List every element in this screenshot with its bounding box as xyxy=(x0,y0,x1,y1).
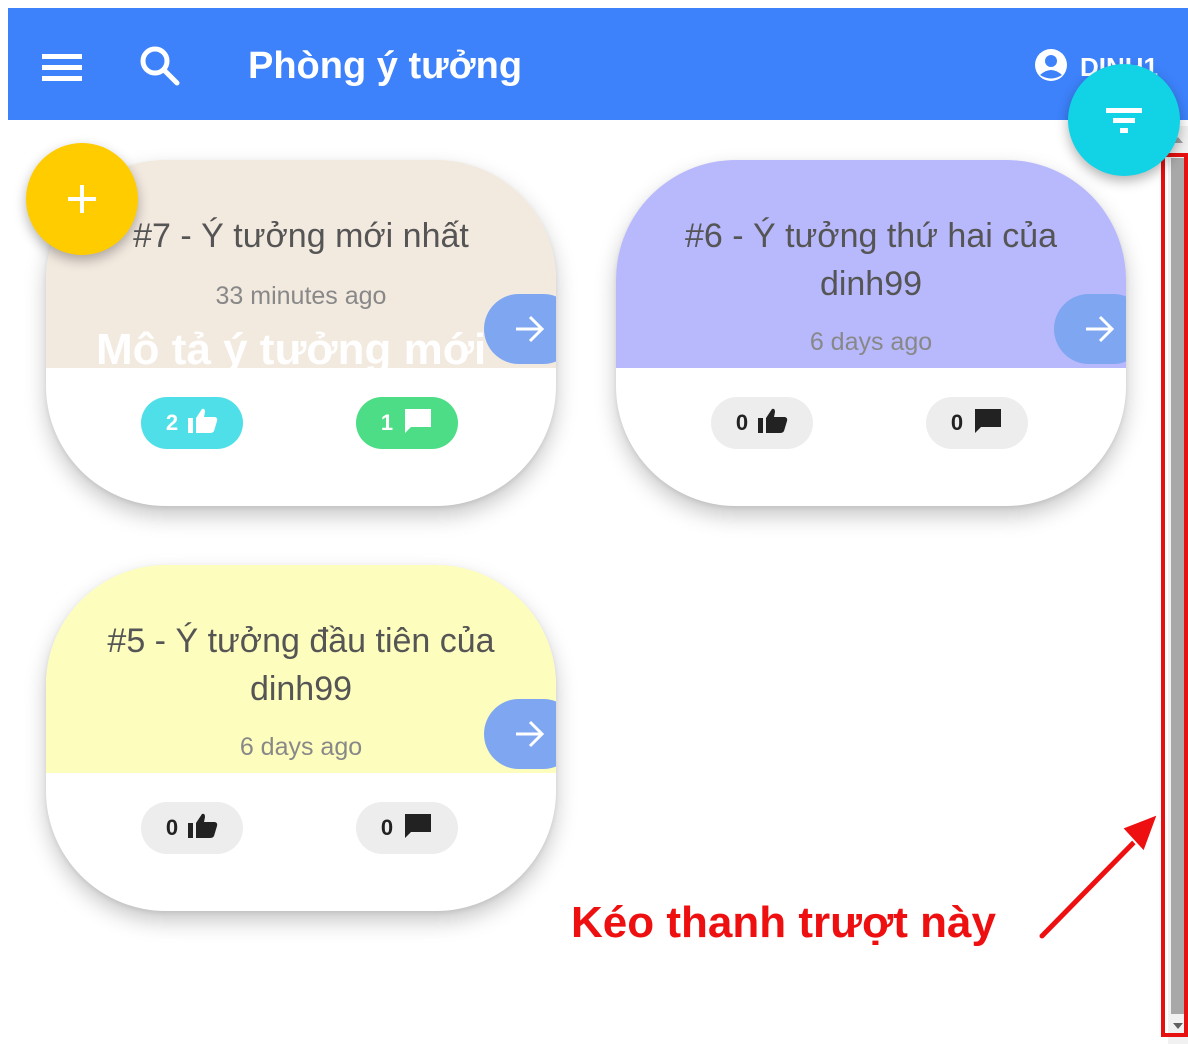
likes-chip[interactable]: 0 xyxy=(711,397,813,449)
filter-button[interactable] xyxy=(1068,64,1180,176)
scrollbar[interactable] xyxy=(1168,126,1188,1044)
thumb-up-icon xyxy=(178,407,218,439)
card-description: Mô tả ý tưởng mới xyxy=(96,325,487,374)
likes-count: 0 xyxy=(735,410,749,435)
likes-chip[interactable]: 2 xyxy=(141,397,243,449)
comments-count: 0 xyxy=(380,815,394,840)
comment-icon xyxy=(963,407,1003,439)
card-time: 33 minutes ago xyxy=(215,282,387,310)
card-title: #6 - Ý tưởng thứ hai của dinh99 xyxy=(684,217,1058,303)
open-idea-button[interactable] xyxy=(484,699,556,769)
comments-chip[interactable]: 1 xyxy=(356,397,458,449)
likes-count: 2 xyxy=(165,410,179,435)
open-idea-button[interactable] xyxy=(484,294,556,364)
add-idea-button[interactable] xyxy=(26,143,138,255)
annotation-text: Kéo thanh trượt này xyxy=(571,898,996,947)
search-icon[interactable] xyxy=(138,44,182,88)
comments-count: 1 xyxy=(380,410,394,435)
comments-chip[interactable]: 0 xyxy=(356,802,458,854)
comments-chip[interactable]: 0 xyxy=(926,397,1028,449)
thumb-up-icon xyxy=(178,812,218,844)
comment-icon xyxy=(393,812,433,844)
card-title: #7 - Ý tưởng mới nhất xyxy=(133,217,469,255)
open-idea-button[interactable] xyxy=(1054,294,1126,364)
page-title: Phòng ý tưởng xyxy=(248,45,523,87)
idea-card-6: #6 - Ý tưởng thứ hai của dinh99 6 days a… xyxy=(616,160,1126,506)
comment-icon xyxy=(393,407,433,439)
account-circle-icon xyxy=(1034,48,1068,87)
annotation-arrow-icon xyxy=(1037,812,1160,941)
likes-chip[interactable]: 0 xyxy=(141,802,243,854)
thumb-up-icon xyxy=(748,407,788,439)
menu-icon[interactable] xyxy=(42,48,82,88)
card-time: 6 days ago xyxy=(809,328,933,356)
likes-count: 0 xyxy=(165,815,179,840)
comments-count: 0 xyxy=(950,410,964,435)
card-title: #5 - Ý tưởng đầu tiên của dinh99 xyxy=(107,622,495,708)
scrollbar-thumb[interactable] xyxy=(1171,158,1185,1014)
card-time: 6 days ago xyxy=(239,733,363,761)
scroll-down-icon[interactable] xyxy=(1171,1018,1185,1036)
idea-card-5: #5 - Ý tưởng đầu tiên của dinh99 6 days … xyxy=(46,565,556,911)
app-bar: Phòng ý tưởng DINH1 xyxy=(8,8,1188,120)
top-strip xyxy=(0,0,1188,8)
